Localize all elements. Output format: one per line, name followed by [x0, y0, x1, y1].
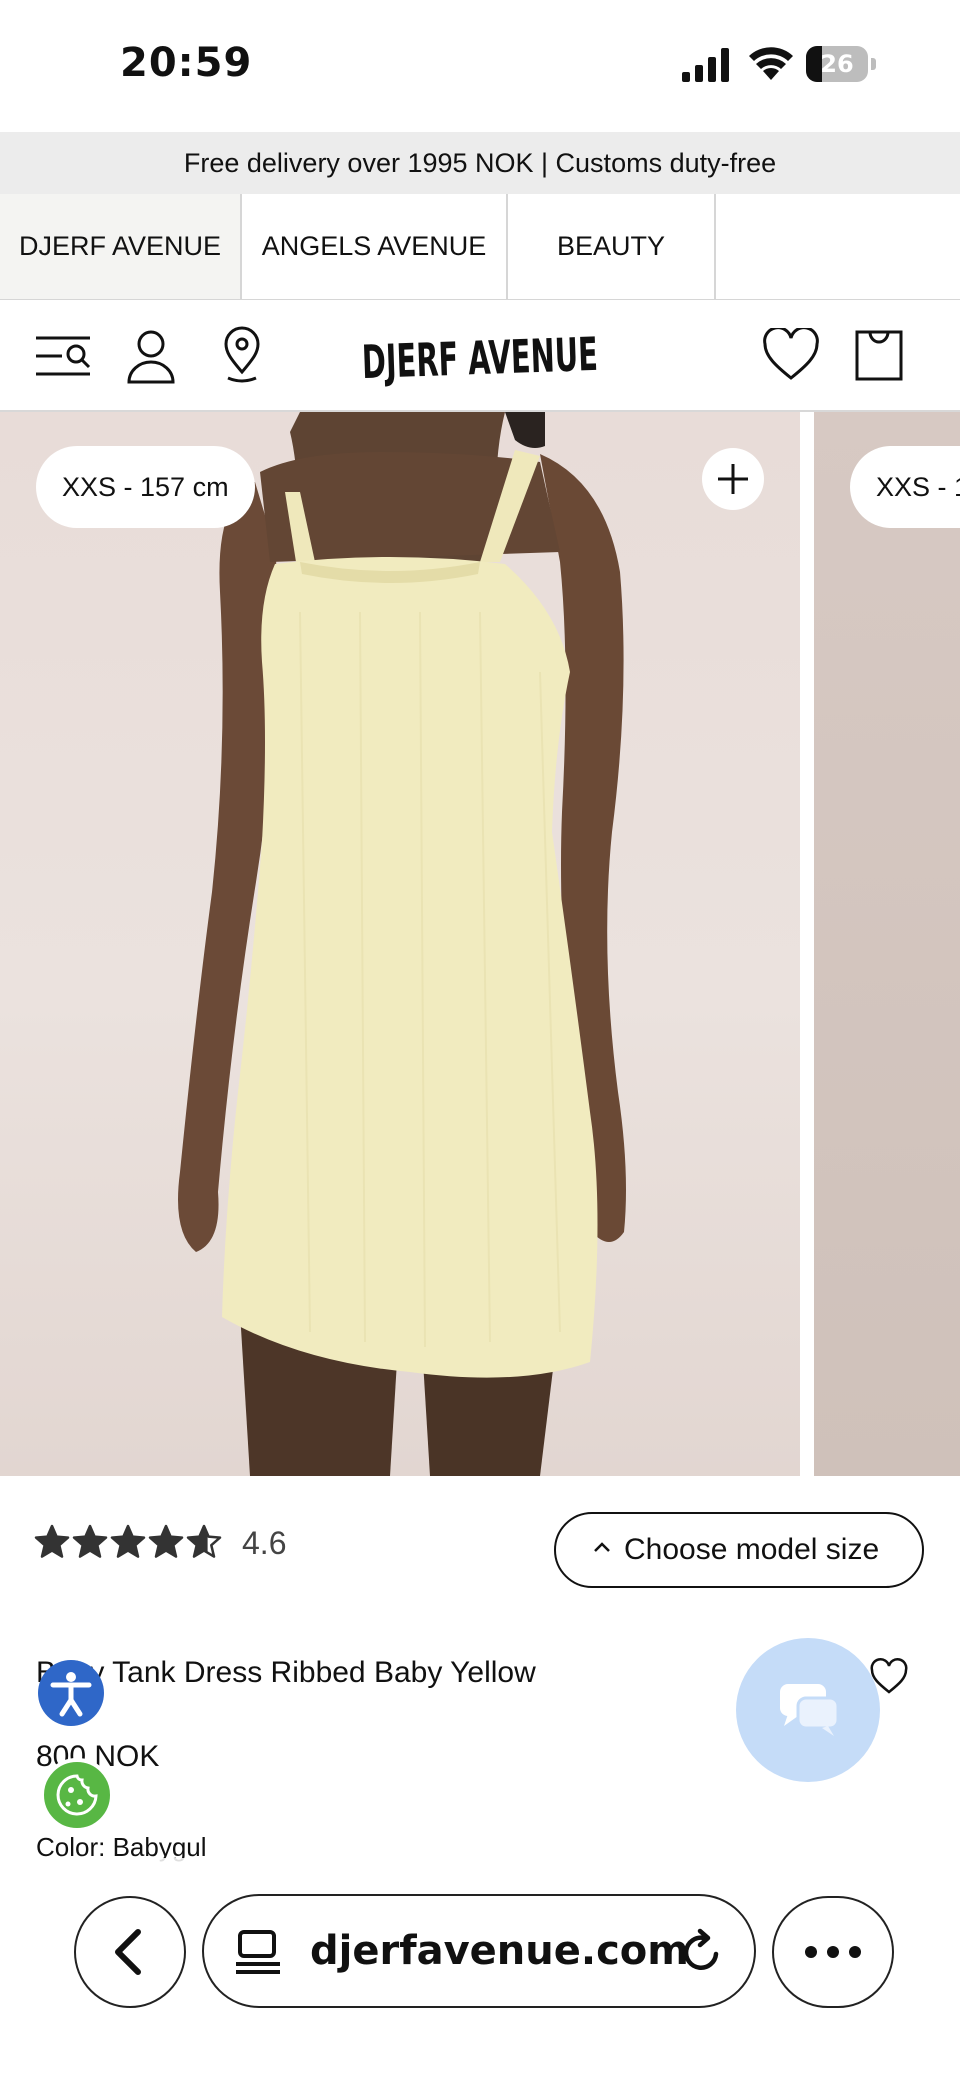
reader-mode-icon[interactable]	[234, 1930, 282, 1974]
rating-value: 4.6	[242, 1525, 287, 1561]
choose-model-size-label: Choose model size	[624, 1533, 880, 1566]
ellipsis-icon	[805, 1946, 861, 1958]
store-locator-icon[interactable]	[220, 326, 264, 384]
chat-button[interactable]	[736, 1638, 880, 1782]
plus-icon	[718, 464, 748, 494]
product-gallery[interactable]: XXS - 157 cm XXS - 157 cm	[0, 412, 960, 1476]
product-photo	[178, 412, 626, 1476]
chat-icon	[780, 1684, 840, 1736]
browser-toolbar: djerfavenue.com	[0, 1858, 960, 2081]
add-to-cart-plus-button[interactable]	[702, 448, 764, 510]
brand-tab-angels-avenue[interactable]: ANGELS AVENUE	[242, 194, 508, 299]
back-button[interactable]	[74, 1896, 186, 2008]
svg-text:DJERF AVENUE: DJERF AVENUE	[361, 327, 599, 389]
cookie-settings-button[interactable]	[40, 1758, 114, 1832]
model-size-pill: XXS - 157 cm	[850, 446, 960, 528]
brand-tab-djerf-avenue[interactable]: DJERF AVENUE	[0, 194, 242, 299]
status-time: 20:59	[120, 40, 253, 86]
wishlist-icon[interactable]	[762, 328, 820, 382]
menu-search-icon[interactable]	[34, 332, 92, 380]
product-name: Baby Tank Dress Ribbed Baby Yellow	[36, 1656, 536, 1689]
accessibility-icon	[50, 1672, 92, 1717]
accessibility-button[interactable]	[38, 1660, 104, 1726]
chevron-left-icon	[115, 1929, 141, 1975]
more-options-button[interactable]	[772, 1896, 894, 2008]
star-filled-icon	[148, 1524, 184, 1558]
announcement-bar: Free delivery over 1995 NOK | Customs du…	[0, 132, 960, 194]
product-image-next[interactable]: XXS - 157 cm	[814, 412, 960, 1476]
model-size-pill: XXS - 157 cm	[36, 446, 255, 528]
battery-level: 26	[820, 50, 854, 78]
choose-model-size-button[interactable]: Choose model size	[554, 1512, 924, 1588]
url-text: djerfavenue.com	[310, 1928, 689, 1974]
shopping-bag-icon[interactable]	[854, 326, 904, 382]
djerf-avenue-logo[interactable]: DJERF AVENUE	[330, 322, 630, 392]
wifi-icon	[749, 47, 793, 80]
site-header: DJERF AVENUE	[0, 300, 960, 412]
address-bar[interactable]: djerfavenue.com	[202, 1894, 756, 2008]
brand-tab-beauty[interactable]: BEAUTY	[508, 194, 716, 299]
status-bar: 20:59 26	[0, 0, 960, 132]
cellular-signal-icon	[682, 48, 729, 82]
reload-icon[interactable]	[678, 1928, 726, 1976]
cookie-icon	[56, 1774, 98, 1816]
star-filled-icon	[34, 1524, 70, 1558]
account-icon[interactable]	[126, 328, 176, 384]
brand-tabs: DJERF AVENUE ANGELS AVENUE BEAUTY	[0, 194, 960, 300]
star-filled-icon	[72, 1524, 108, 1558]
chevron-up-icon	[594, 1542, 610, 1552]
star-filled-icon	[110, 1524, 146, 1558]
star-half-icon	[186, 1524, 222, 1558]
battery-icon: 26	[806, 46, 876, 82]
product-image[interactable]: XXS - 157 cm	[0, 412, 800, 1476]
